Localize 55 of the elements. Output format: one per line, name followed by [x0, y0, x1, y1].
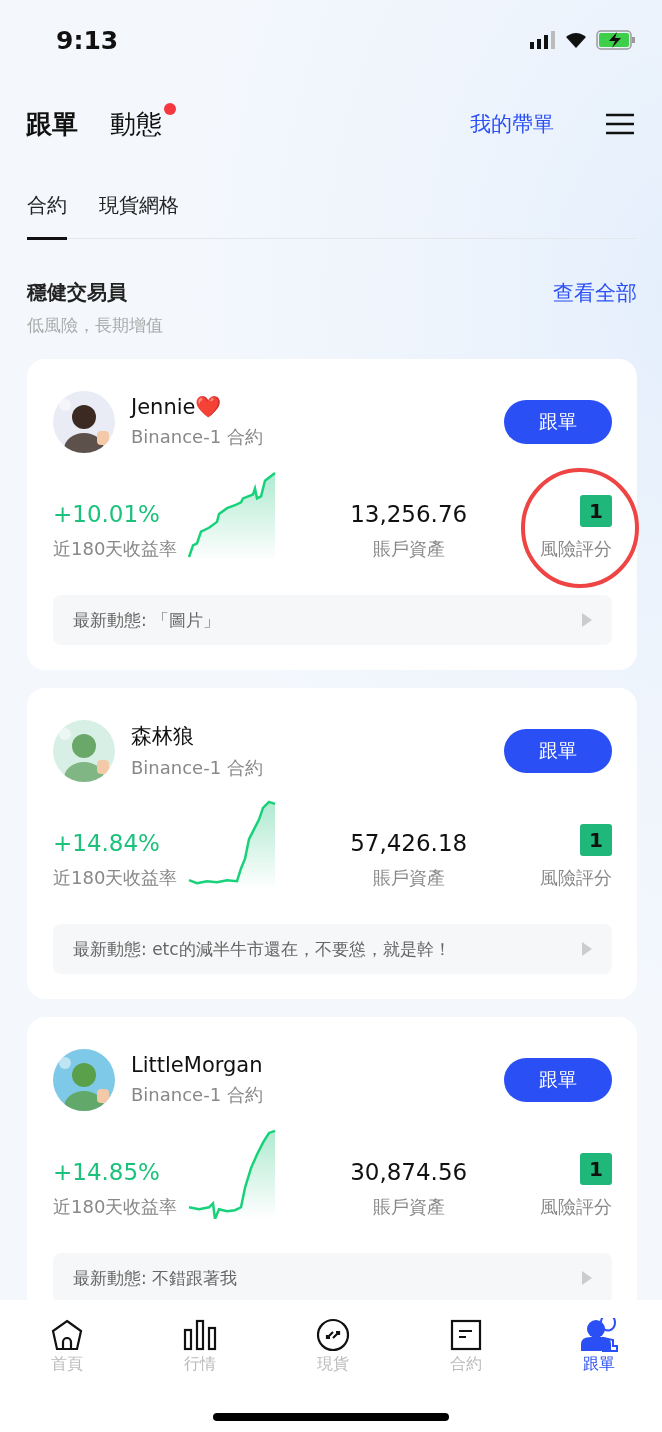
latest-post-text: 最新動態: 「圖片」	[73, 608, 221, 632]
latest-post-row[interactable]: 最新動態: 不錯跟著我	[53, 1253, 612, 1300]
document-icon	[449, 1318, 483, 1352]
bar-chart-icon	[183, 1318, 217, 1352]
sub-tab[interactable]: 合約	[27, 192, 67, 240]
users-icon	[579, 1318, 619, 1352]
return-label: 近180天收益率	[53, 537, 178, 561]
latest-post-text: 最新動態: 不錯跟著我	[73, 1266, 238, 1290]
risk-score: 1	[580, 824, 612, 856]
assets-label: 賬戶資產	[372, 866, 445, 890]
status-time: 9:13	[56, 25, 119, 55]
header-tab[interactable]: 跟單	[26, 106, 78, 142]
account-label: Binance-1 合約	[131, 425, 264, 449]
risk-label: 風險評分	[540, 866, 612, 890]
trader-name: LittleMorgan	[131, 1053, 264, 1077]
section-subtitle: 低風險，長期增值	[27, 314, 163, 337]
account-label: Binance-1 合約	[131, 1083, 264, 1107]
return-label: 近180天收益率	[53, 1195, 178, 1219]
return-label: 近180天收益率	[53, 866, 178, 890]
risk-score: 1	[580, 1153, 612, 1185]
return-value: +14.84%	[53, 830, 160, 856]
assets-label: 賬戶資產	[372, 537, 445, 561]
follow-button[interactable]: 跟單	[504, 729, 612, 773]
wifi-icon	[564, 31, 588, 49]
nav-tab[interactable]: 跟單	[566, 1318, 632, 1375]
assets-value: 13,256.76	[350, 501, 468, 527]
assets-value: 30,874.56	[350, 1159, 468, 1185]
chevron-right-icon	[582, 1271, 592, 1285]
assets-label: 賬戶資產	[372, 1195, 445, 1219]
header-tab[interactable]: 動態	[110, 106, 162, 142]
return-value: +10.01%	[53, 501, 160, 527]
my-copy-trading-link[interactable]: 我的帶單	[470, 110, 554, 138]
risk-score: 1	[580, 495, 612, 527]
risk-label: 風險評分	[540, 1195, 612, 1219]
sub-tab[interactable]: 現貨網格	[99, 192, 179, 240]
exchange-icon	[316, 1318, 350, 1352]
trader-name: Jennie❤	[131, 395, 223, 419]
latest-post-row[interactable]: 最新動態: etc的減半牛市還在，不要慫，就是幹！	[53, 924, 612, 974]
account-label: Binance-1 合約	[131, 756, 264, 780]
home-icon	[50, 1318, 84, 1352]
assets-value: 57,426.18	[350, 830, 468, 856]
latest-post-text: 最新動態: etc的減半牛市還在，不要慫，就是幹！	[73, 937, 451, 961]
risk-label: 風險評分	[540, 537, 612, 561]
follow-button[interactable]: 跟單	[504, 1058, 612, 1102]
follow-button[interactable]: 跟單	[504, 400, 612, 444]
battery-icon	[596, 30, 636, 50]
section-title: 穩健交易員	[27, 279, 128, 306]
return-value: +14.85%	[53, 1159, 160, 1185]
view-all-link[interactable]: 查看全部	[553, 279, 637, 307]
menu-icon[interactable]	[606, 113, 634, 135]
chevron-right-icon	[582, 942, 592, 956]
chevron-right-icon	[582, 613, 592, 627]
signal-icon	[530, 31, 556, 49]
trader-name: 森林狼	[131, 723, 195, 750]
latest-post-row[interactable]: 最新動態: 「圖片」	[53, 595, 612, 645]
